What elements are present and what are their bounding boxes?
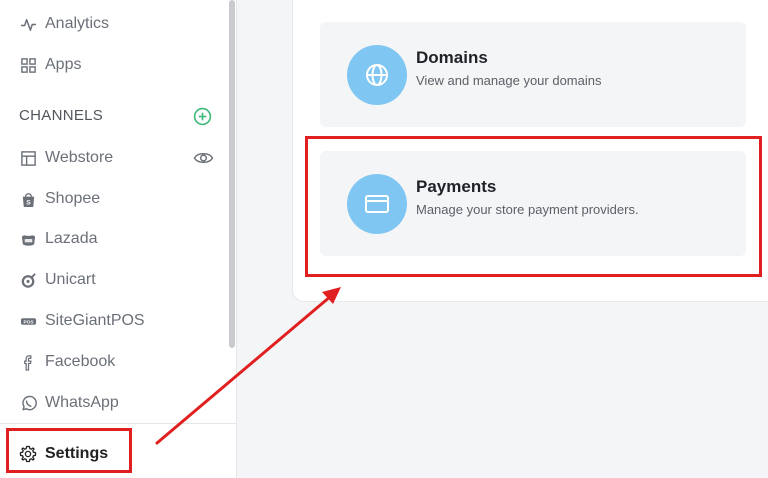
sidebar-item-label: Shopee <box>45 190 101 207</box>
sidebar-item-label: Webstore <box>45 149 114 166</box>
apps-grid-icon <box>19 56 37 74</box>
sidebar-item-label: Lazada <box>45 230 98 247</box>
sidebar-item-apps[interactable]: Apps <box>19 53 81 77</box>
svg-text:S: S <box>26 199 31 206</box>
analytics-icon <box>19 15 37 33</box>
globe-icon <box>366 64 388 86</box>
domains-icon-circle <box>347 45 407 105</box>
sidebar-item-facebook[interactable]: Facebook <box>19 350 115 374</box>
sidebar-item-label: Facebook <box>45 353 116 370</box>
pos-icon: POS <box>19 312 37 330</box>
sidebar-item-whatsapp[interactable]: WhatsApp <box>19 391 119 415</box>
sidebar-scrollbar[interactable] <box>229 0 235 348</box>
sidebar-item-lazada[interactable]: Lazada <box>19 227 98 251</box>
sidebar-item-label: Analytics <box>45 15 110 32</box>
webstore-icon <box>19 149 37 167</box>
lazada-icon <box>19 230 37 248</box>
whatsapp-icon <box>19 394 37 412</box>
unicart-icon <box>19 271 37 289</box>
sidebar: Analytics Apps CHANNELS Webstore S Shope… <box>0 0 237 478</box>
sidebar-item-analytics[interactable]: Analytics <box>19 12 109 36</box>
sidebar-item-sitegiantpos[interactable]: POS SiteGiantPOS <box>19 309 145 333</box>
channels-section-label: CHANNELS <box>19 107 104 124</box>
domains-description: View and manage your domains <box>416 73 602 88</box>
svg-text:POS: POS <box>23 319 33 325</box>
domains-card[interactable]: Domains View and manage your domains <box>320 22 746 127</box>
domains-title: Domains <box>416 48 488 67</box>
settings-highlight-box <box>6 428 132 473</box>
sidebar-item-webstore[interactable]: Webstore <box>19 146 113 170</box>
eye-icon[interactable] <box>193 150 214 166</box>
sidebar-item-shopee[interactable]: S Shopee <box>19 187 100 211</box>
shopee-bag-icon: S <box>19 190 37 208</box>
add-channel-icon[interactable] <box>193 107 212 126</box>
sidebar-item-label: SiteGiantPOS <box>45 312 145 329</box>
facebook-icon <box>19 353 37 371</box>
sidebar-item-label: WhatsApp <box>45 394 119 411</box>
sidebar-item-unicart[interactable]: Unicart <box>19 268 96 292</box>
sidebar-divider <box>0 423 236 424</box>
sidebar-item-label: Apps <box>45 56 82 73</box>
sidebar-item-label: Unicart <box>45 271 96 288</box>
payments-highlight-box <box>305 136 762 277</box>
